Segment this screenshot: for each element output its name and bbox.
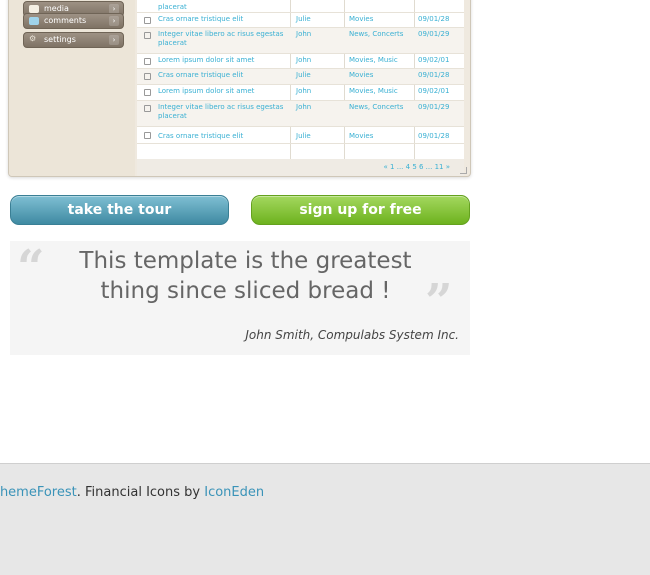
row-author: Julie: [296, 15, 311, 23]
row-checkbox[interactable]: [144, 73, 151, 80]
footer: ThemeForest. Financial Icons by IconEden: [0, 463, 650, 575]
table-row[interactable]: Cras ornare tristique elit Julie Movies …: [137, 127, 464, 144]
row-tags: Movies, Music: [349, 56, 398, 64]
sign-up-button[interactable]: sign up for free: [251, 195, 470, 225]
take-the-tour-button[interactable]: take the tour: [10, 195, 229, 225]
row-title[interactable]: Cras ornare tristique elit: [158, 15, 288, 24]
row-tags: Movies: [349, 71, 374, 79]
row-date: 09/01/28: [418, 15, 450, 23]
table-row[interactable]: Cras ornare tristique elit Julie Movies …: [137, 69, 464, 85]
sidebar-item-settings[interactable]: ⚙ settings ›: [23, 32, 124, 48]
themeforest-link[interactable]: ThemeForest: [0, 485, 77, 500]
testimonial-quote: This template is the greatest thing sinc…: [79, 248, 412, 304]
table-row[interactable]: Integer vitae libero ac risus egestas pl…: [137, 28, 464, 54]
app-preview-screenshot: media › comments › ⚙ settings › placerat: [8, 0, 471, 177]
sidebar-item-label: media: [44, 4, 69, 13]
open-quote-icon: “: [17, 240, 45, 296]
footer-text: . Financial Icons by: [76, 485, 205, 500]
row-checkbox[interactable]: [144, 89, 151, 96]
row-tags: Movies: [349, 15, 374, 23]
pagination-links[interactable]: « 1 ... 4 5 6 ... 11 »: [384, 163, 450, 171]
iconeden-link[interactable]: IconEden: [204, 485, 264, 500]
row-author: John: [296, 103, 312, 111]
sidebar-item-comments[interactable]: comments ›: [23, 13, 124, 29]
table-row[interactable]: Cras ornare tristique elit Julie Movies …: [137, 13, 464, 28]
row-date: 09/01/28: [418, 132, 450, 140]
row-tags: Movies, Music: [349, 87, 398, 95]
row-title[interactable]: Lorem ipsum dolor sit amet: [158, 56, 288, 65]
testimonial: “ This template is the greatest thing si…: [10, 241, 470, 355]
row-author: John: [296, 30, 312, 38]
row-date: 09/02/01: [418, 56, 450, 64]
row-date: 09/01/29: [418, 103, 450, 111]
chevron-right-icon: ›: [109, 35, 119, 45]
sidebar-item-label: settings: [44, 35, 76, 44]
table-row[interactable]: Lorem ipsum dolor sit amet John Movies, …: [137, 54, 464, 69]
row-tags: Movies: [349, 132, 374, 140]
media-icon: [29, 5, 39, 13]
row-checkbox[interactable]: [144, 58, 151, 65]
row-title[interactable]: Cras ornare tristique elit: [158, 132, 288, 141]
row-title[interactable]: Cras ornare tristique elit: [158, 71, 288, 80]
row-tags: News, Concerts: [349, 103, 404, 111]
row-title[interactable]: Integer vitae libero ac risus egestas pl…: [158, 103, 286, 121]
row-date: 09/01/28: [418, 71, 450, 79]
testimonial-author: John Smith, Compulabs System Inc.: [245, 328, 459, 342]
row-checkbox[interactable]: [144, 105, 151, 112]
preview-sidebar: media › comments › ⚙ settings ›: [9, 0, 135, 176]
sidebar-item-label: comments: [44, 16, 87, 25]
settings-icon: ⚙: [29, 34, 37, 43]
page: media › comments › ⚙ settings › placerat: [0, 0, 650, 575]
row-tags: News, Concerts: [349, 30, 404, 38]
row-checkbox[interactable]: [144, 132, 151, 139]
table-row[interactable]: placerat: [137, 0, 464, 13]
preview-table: placerat Cras ornare tristique elit Juli…: [137, 0, 464, 176]
row-title[interactable]: Lorem ipsum dolor sit amet: [158, 87, 288, 96]
close-quote-icon: ”: [425, 274, 453, 330]
row-author: John: [296, 56, 312, 64]
footer-credits: ThemeForest. Financial Icons by IconEden: [0, 485, 264, 500]
row-checkbox[interactable]: [144, 17, 151, 24]
chevron-right-icon: ›: [109, 16, 119, 26]
pagination: « 1 ... 4 5 6 ... 11 »: [137, 159, 464, 176]
row-title[interactable]: Integer vitae libero ac risus egestas pl…: [158, 30, 286, 48]
row-author: Julie: [296, 71, 311, 79]
row-author: John: [296, 87, 312, 95]
table-row[interactable]: Lorem ipsum dolor sit amet John Movies, …: [137, 85, 464, 101]
row-date: 09/02/01: [418, 87, 450, 95]
resize-handle-icon[interactable]: [460, 167, 467, 174]
row-checkbox[interactable]: [144, 32, 151, 39]
comments-icon: [29, 17, 39, 25]
row-title[interactable]: placerat: [158, 3, 288, 12]
row-author: Julie: [296, 132, 311, 140]
table-row[interactable]: Integer vitae libero ac risus egestas pl…: [137, 101, 464, 127]
row-date: 09/01/29: [418, 30, 450, 38]
